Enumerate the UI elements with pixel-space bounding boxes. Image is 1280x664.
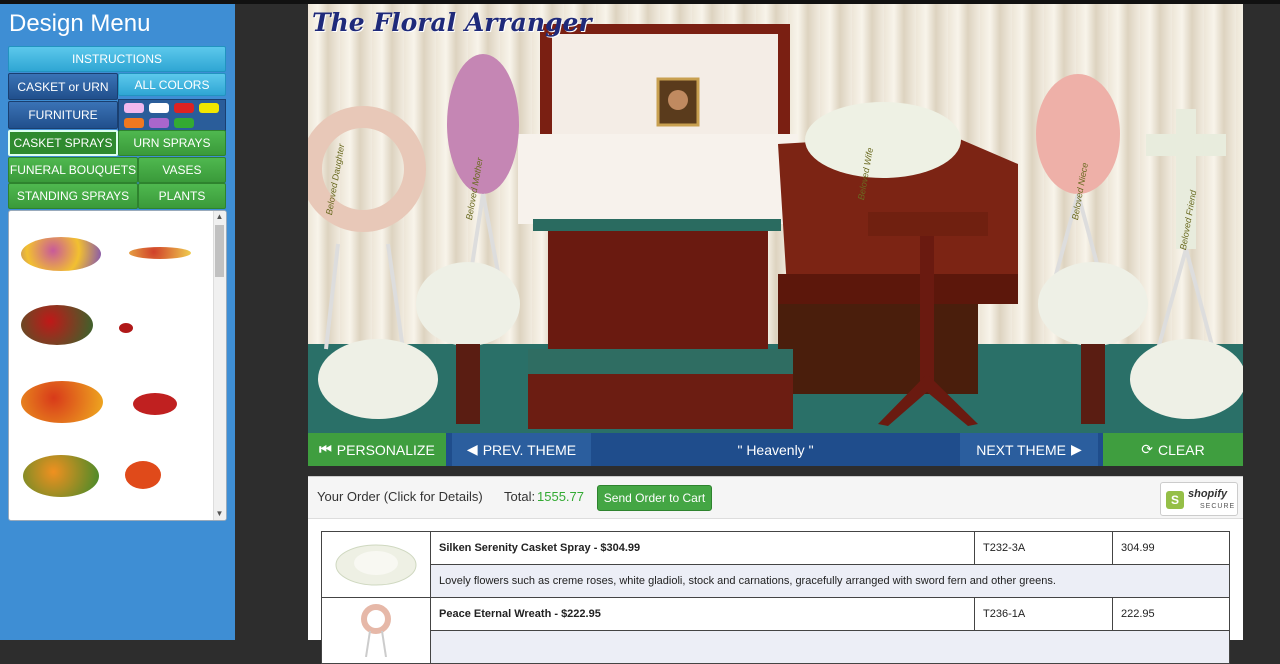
color-swatch-purple[interactable]	[149, 118, 169, 128]
plants-button[interactable]: PLANTS	[138, 183, 226, 209]
flower-thumbnail-list: ▲ ▼	[8, 210, 227, 521]
color-swatch-orange[interactable]	[124, 118, 144, 128]
table-row	[322, 630, 1230, 664]
funeral-bouquets-button[interactable]: FUNERAL BOUQUETS	[8, 157, 138, 183]
shopify-secure-badge: S shopify SECURE	[1160, 482, 1238, 516]
list-scrollbar[interactable]: ▲ ▼	[213, 211, 226, 520]
prev-theme-label: PREV. THEME	[482, 441, 577, 458]
clear-label: CLEAR	[1158, 441, 1205, 458]
next-theme-label: NEXT THEME	[976, 441, 1066, 458]
casket-spray-thumbnail	[335, 544, 417, 586]
standing-sprays-button[interactable]: STANDING SPRAYS	[8, 183, 138, 209]
flower-thumb[interactable]	[129, 247, 191, 259]
item-code: T232-3A	[974, 531, 1113, 565]
total-value: 1555.77	[537, 489, 584, 504]
flower-thumb[interactable]	[125, 461, 161, 489]
scene-illustration	[308, 24, 1243, 433]
urn-sprays-button[interactable]: URN SPRAYS	[118, 130, 226, 156]
color-swatch-yellow[interactable]	[199, 103, 219, 113]
flower-thumb[interactable]	[119, 323, 133, 333]
lily-plant[interactable]	[1130, 339, 1243, 419]
flower-thumb[interactable]	[21, 305, 93, 345]
lily-arrangement[interactable]	[416, 262, 520, 346]
scroll-down-icon[interactable]: ▼	[213, 508, 226, 520]
item-description	[430, 630, 1230, 664]
send-order-button[interactable]: Send Order to Cart	[597, 485, 712, 511]
scene-title: The Floral Arranger	[312, 8, 592, 37]
flower-thumb[interactable]	[21, 237, 101, 271]
design-menu-sidebar: Design Menu INSTRUCTIONS CASKET or URN A…	[0, 4, 235, 640]
item-price: 304.99	[1112, 531, 1230, 565]
item-image	[321, 597, 431, 664]
wreath[interactable]	[308, 106, 426, 350]
scroll-up-icon[interactable]: ▲	[213, 211, 226, 223]
table-row[interactable]: Silken Serenity Casket Spray - $304.99 T…	[321, 531, 1230, 598]
all-colors-button[interactable]: ALL COLORS	[118, 73, 226, 96]
kneeler[interactable]	[528, 219, 793, 429]
arrangement-scene[interactable]: The Floral Arranger Beloved Daughter Bel…	[308, 4, 1243, 433]
casket-spray[interactable]	[805, 102, 961, 178]
color-swatch-pink[interactable]	[124, 103, 144, 113]
color-swatch-green[interactable]	[174, 118, 194, 128]
item-name: Silken Serenity Casket Spray - $304.99	[430, 531, 975, 565]
casket-or-urn-button[interactable]: CASKET or URN	[8, 73, 118, 100]
theme-nav-bar: ⏮ PERSONALIZE ◀ PREV. THEME " Heavenly "…	[308, 433, 1243, 466]
table-row[interactable]: Peace Eternal Wreath - $222.95 T236-1A 2…	[321, 597, 1230, 664]
open-casket[interactable]	[518, 24, 798, 224]
shopify-name: shopify	[1188, 488, 1228, 500]
clear-button[interactable]: ⟳ CLEAR	[1103, 433, 1243, 466]
item-image	[321, 531, 431, 598]
order-details-toggle[interactable]: Your Order (Click for Details)	[317, 489, 483, 504]
item-description: Lovely flowers such as creme roses, whit…	[430, 564, 1230, 598]
scrollbar-thumb[interactable]	[215, 225, 224, 277]
order-panel: Your Order (Click for Details) Total: 15…	[308, 476, 1243, 664]
casket-sprays-button[interactable]: CASKET SPRAYS	[8, 130, 118, 156]
shopify-bag-icon: S	[1166, 491, 1184, 509]
shopify-secure-label: SECURE	[1200, 503, 1236, 510]
flower-thumb[interactable]	[23, 455, 99, 497]
wreath-thumbnail	[361, 604, 391, 658]
menu-title: Design Menu	[9, 10, 151, 37]
lily-arrangement[interactable]	[1038, 262, 1148, 346]
vases-button[interactable]: VASES	[138, 157, 226, 183]
color-swatch-white[interactable]	[149, 103, 169, 113]
refresh-icon: ⟳	[1141, 441, 1154, 457]
next-theme-button[interactable]: NEXT THEME ▶	[960, 433, 1098, 466]
arrow-left-icon: ◀	[466, 441, 478, 457]
instructions-button[interactable]: INSTRUCTIONS	[8, 46, 226, 72]
flower-thumb[interactable]	[133, 393, 177, 415]
color-swatch-panel	[118, 99, 226, 131]
color-swatch-red[interactable]	[174, 103, 194, 113]
order-items-table: Silken Serenity Casket Spray - $304.99 T…	[321, 531, 1230, 664]
lily-plant[interactable]	[318, 339, 438, 419]
theme-name: " Heavenly "	[737, 441, 814, 458]
step-back-icon: ⏮	[319, 441, 332, 457]
personalize-button[interactable]: ⏮ PERSONALIZE	[308, 433, 446, 466]
furniture-button[interactable]: FURNITURE	[8, 101, 118, 129]
personalize-label: PERSONALIZE	[336, 441, 435, 458]
arrow-right-icon: ▶	[1070, 441, 1082, 457]
item-name: Peace Eternal Wreath - $222.95	[430, 597, 975, 631]
table-row: Lovely flowers such as creme roses, whit…	[322, 564, 1230, 598]
flower-thumb[interactable]	[21, 381, 103, 423]
item-code: T236-1A	[974, 597, 1113, 631]
prev-theme-button[interactable]: ◀ PREV. THEME	[452, 433, 591, 466]
order-header: Your Order (Click for Details) Total: 15…	[308, 477, 1243, 519]
item-price: 222.95	[1112, 597, 1230, 631]
total-label: Total:	[504, 489, 536, 504]
